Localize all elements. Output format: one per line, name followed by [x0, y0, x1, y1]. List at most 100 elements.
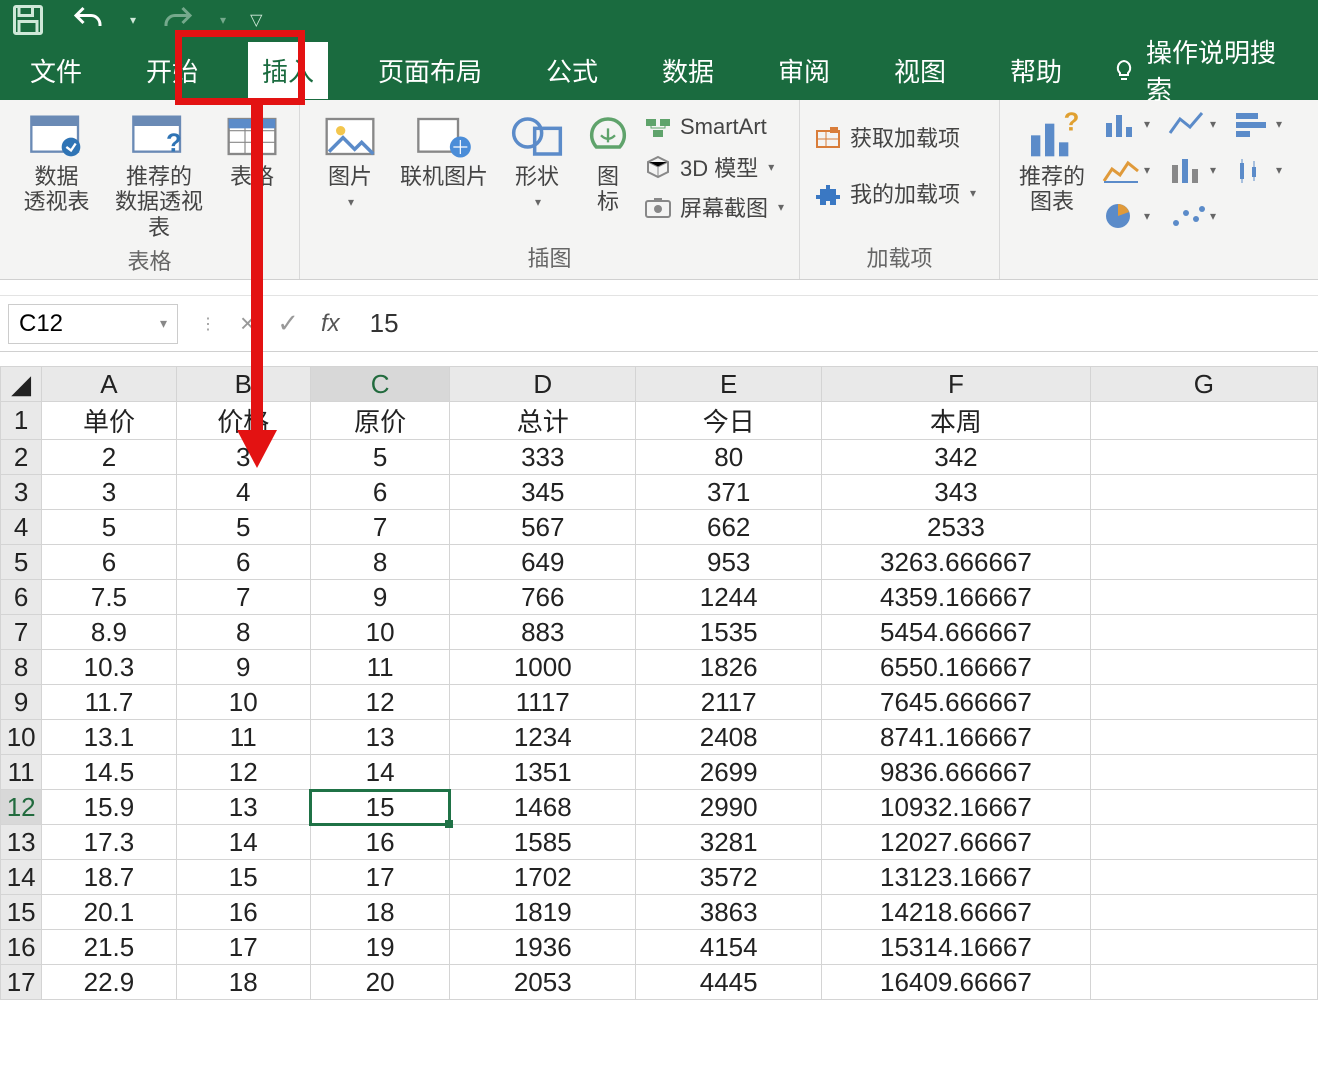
- cell[interactable]: 9: [310, 580, 449, 615]
- scatter-chart-button[interactable]: ▾: [1164, 198, 1220, 234]
- cell[interactable]: 15314.16667: [822, 930, 1091, 965]
- cell[interactable]: 13.1: [42, 720, 176, 755]
- undo-dropdown-icon[interactable]: ▾: [130, 13, 136, 27]
- cell[interactable]: 10.3: [42, 650, 176, 685]
- cell[interactable]: 4154: [636, 930, 822, 965]
- row-header[interactable]: 17: [1, 965, 42, 1000]
- cell[interactable]: 1117: [450, 685, 636, 720]
- column-header-E[interactable]: E: [636, 367, 822, 402]
- cell[interactable]: 20: [310, 965, 449, 1000]
- cell[interactable]: 8741.166667: [822, 720, 1091, 755]
- cell[interactable]: 3281: [636, 825, 822, 860]
- cell[interactable]: 13: [176, 790, 310, 825]
- cell[interactable]: 2990: [636, 790, 822, 825]
- cell[interactable]: 2: [42, 440, 176, 475]
- cell[interactable]: 2699: [636, 755, 822, 790]
- cell[interactable]: 7: [310, 510, 449, 545]
- cell[interactable]: 4359.166667: [822, 580, 1091, 615]
- cell[interactable]: 价格: [176, 402, 310, 440]
- spreadsheet-grid[interactable]: ◢ ABCDEFG 1单价价格原价总计今日本周22353338034233463…: [0, 366, 1318, 1000]
- cell[interactable]: 6: [42, 545, 176, 580]
- cell[interactable]: 14218.66667: [822, 895, 1091, 930]
- cell[interactable]: 7: [176, 580, 310, 615]
- redo-icon[interactable]: [160, 2, 196, 38]
- cell[interactable]: [1090, 790, 1317, 825]
- cell[interactable]: 342: [822, 440, 1091, 475]
- row-header[interactable]: 2: [1, 440, 42, 475]
- cell[interactable]: [1090, 510, 1317, 545]
- cell[interactable]: 1936: [450, 930, 636, 965]
- cell[interactable]: 13123.16667: [822, 860, 1091, 895]
- cell[interactable]: 2117: [636, 685, 822, 720]
- hierarchy-chart-button[interactable]: ▾: [1098, 152, 1154, 188]
- cell[interactable]: 19: [310, 930, 449, 965]
- screenshot-button[interactable]: 屏幕截图▾: [644, 188, 784, 226]
- cell[interactable]: 8: [176, 615, 310, 650]
- cell[interactable]: [1090, 545, 1317, 580]
- column-header-C[interactable]: C: [310, 367, 449, 402]
- cell[interactable]: 11.7: [42, 685, 176, 720]
- tab-file[interactable]: 文件: [16, 42, 96, 99]
- cell[interactable]: 1234: [450, 720, 636, 755]
- cell[interactable]: 343: [822, 475, 1091, 510]
- cell[interactable]: 14: [176, 825, 310, 860]
- tab-home[interactable]: 开始: [132, 42, 212, 99]
- cell[interactable]: 原价: [310, 402, 449, 440]
- column-chart-button[interactable]: ▾: [1098, 106, 1154, 142]
- undo-icon[interactable]: [70, 2, 106, 38]
- recommended-pivot-button[interactable]: ? 推荐的 数据透视表: [107, 106, 211, 240]
- cell[interactable]: 883: [450, 615, 636, 650]
- line-chart-button[interactable]: ▾: [1164, 106, 1220, 142]
- cell[interactable]: [1090, 685, 1317, 720]
- cell[interactable]: 5: [310, 440, 449, 475]
- row-header[interactable]: 11: [1, 755, 42, 790]
- cell[interactable]: 6: [176, 545, 310, 580]
- cell[interactable]: 20.1: [42, 895, 176, 930]
- cell[interactable]: 1819: [450, 895, 636, 930]
- cell[interactable]: [1090, 895, 1317, 930]
- column-header-A[interactable]: A: [42, 367, 176, 402]
- pie-chart-button[interactable]: ▾: [1098, 198, 1154, 234]
- cell[interactable]: 10: [176, 685, 310, 720]
- cell[interactable]: 5: [42, 510, 176, 545]
- cell[interactable]: 今日: [636, 402, 822, 440]
- cell[interactable]: 13: [310, 720, 449, 755]
- tab-review[interactable]: 审阅: [764, 42, 844, 99]
- cell[interactable]: 6: [310, 475, 449, 510]
- cell[interactable]: 17: [310, 860, 449, 895]
- cell[interactable]: 7.5: [42, 580, 176, 615]
- formula-options-icon[interactable]: ⋮: [200, 314, 218, 334]
- select-all-corner[interactable]: ◢: [1, 367, 42, 402]
- tell-me-search[interactable]: 操作说明搜索: [1112, 33, 1302, 107]
- name-box[interactable]: C12 ▾: [8, 304, 178, 344]
- cell[interactable]: 4: [176, 475, 310, 510]
- cell[interactable]: 总计: [450, 402, 636, 440]
- cell[interactable]: 10932.16667: [822, 790, 1091, 825]
- cell[interactable]: 345: [450, 475, 636, 510]
- cell[interactable]: 4445: [636, 965, 822, 1000]
- row-header[interactable]: 1: [1, 402, 42, 440]
- cell[interactable]: [1090, 402, 1317, 440]
- column-header-F[interactable]: F: [822, 367, 1091, 402]
- cell[interactable]: 5454.666667: [822, 615, 1091, 650]
- row-header[interactable]: 16: [1, 930, 42, 965]
- cell[interactable]: 14: [310, 755, 449, 790]
- cell[interactable]: [1090, 930, 1317, 965]
- cell[interactable]: [1090, 755, 1317, 790]
- row-header[interactable]: 13: [1, 825, 42, 860]
- cell[interactable]: 16409.66667: [822, 965, 1091, 1000]
- cell[interactable]: [1090, 825, 1317, 860]
- cell[interactable]: 18: [310, 895, 449, 930]
- formula-input[interactable]: 15: [354, 308, 1318, 339]
- cell[interactable]: [1090, 580, 1317, 615]
- my-addins-button[interactable]: 我的加载项▾: [814, 174, 985, 212]
- tab-layout[interactable]: 页面布局: [364, 42, 496, 99]
- cell[interactable]: 14.5: [42, 755, 176, 790]
- cell[interactable]: 649: [450, 545, 636, 580]
- cell[interactable]: 333: [450, 440, 636, 475]
- 3d-models-button[interactable]: 3D 模型▾: [644, 148, 784, 186]
- cell[interactable]: 3: [176, 440, 310, 475]
- table-button[interactable]: 表格: [219, 106, 285, 189]
- cancel-formula-icon[interactable]: ×: [240, 308, 255, 339]
- cell[interactable]: 12: [176, 755, 310, 790]
